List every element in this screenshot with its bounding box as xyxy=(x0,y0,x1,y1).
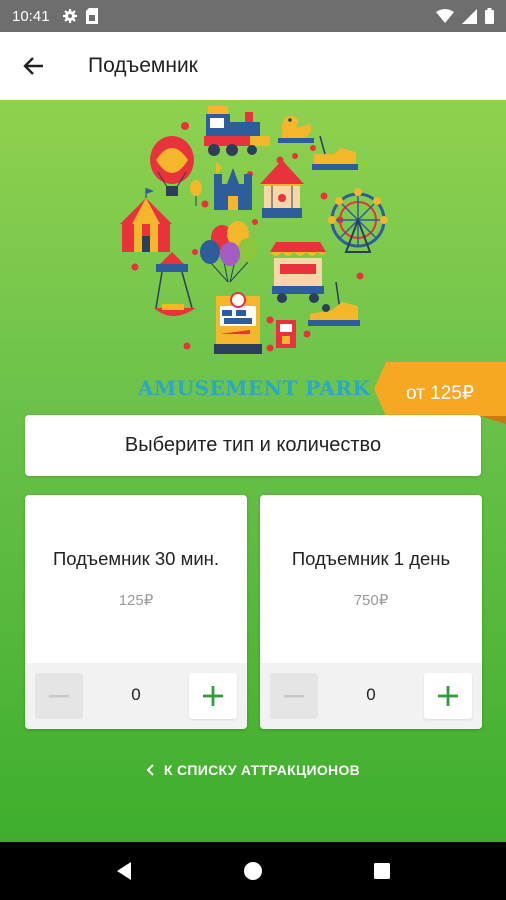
circus-tent-icon xyxy=(120,188,172,252)
signal-icon xyxy=(462,8,477,24)
back-to-list-link[interactable]: К СПИСКУ АТТРАКЦИОНОВ xyxy=(0,762,506,778)
carousel-icon xyxy=(260,160,304,218)
system-nav-bar xyxy=(0,842,506,900)
status-time: 10:41 xyxy=(12,7,50,25)
ticket-name: Подъемник 1 день xyxy=(291,548,451,569)
food-stand-icon xyxy=(270,242,326,303)
chevron-left-icon xyxy=(146,764,154,776)
nav-back-button[interactable] xyxy=(115,861,133,881)
nav-home-button[interactable] xyxy=(243,861,263,881)
ferris-wheel-icon xyxy=(328,188,388,253)
amusement-park-logo-text: AMUSEMENT PARK xyxy=(138,376,371,400)
nav-home-icon xyxy=(244,862,262,880)
status-bar: 10:41 xyxy=(0,0,506,32)
nav-recents-button[interactable] xyxy=(373,862,391,880)
choose-type-card: Выберите тип и количество xyxy=(25,415,481,476)
shooting-booth-icon xyxy=(214,292,262,354)
hot-air-balloon-icon xyxy=(150,136,194,196)
swing-ride-icon xyxy=(154,252,196,316)
quantity-value: 0 xyxy=(366,685,376,704)
castle-icon xyxy=(214,162,252,210)
ticket-card-1day: Подъемник 1 день 750₽ 0 xyxy=(260,495,482,729)
ticket-machine-icon xyxy=(276,320,296,348)
choose-type-label: Выберите тип и количество xyxy=(124,434,382,456)
quantity-stepper: 0 xyxy=(260,663,482,729)
duck-icon xyxy=(278,116,314,143)
ticket-price: 750₽ xyxy=(353,592,389,609)
train-icon xyxy=(204,106,270,156)
increase-button[interactable] xyxy=(424,673,472,719)
ticket-name: Подъемник 30 мин. xyxy=(52,548,220,569)
plus-icon xyxy=(203,686,223,706)
main-content: AMUSEMENT PARK от 125₽ Выберите тип и ко… xyxy=(0,100,506,842)
back-to-list-label: К СПИСКУ АТТРАКЦИОНОВ xyxy=(163,762,361,778)
arrow-left-icon xyxy=(23,57,43,75)
plus-icon xyxy=(438,686,458,706)
quantity-stepper: 0 xyxy=(25,663,247,729)
nav-recents-icon xyxy=(374,863,390,879)
decrease-button[interactable] xyxy=(270,673,318,719)
bumper-car-icon xyxy=(312,135,358,170)
balloons-icon xyxy=(200,221,258,283)
ticket-price: 125₽ xyxy=(118,592,154,609)
sim-icon xyxy=(85,8,98,24)
increase-button[interactable] xyxy=(189,673,237,719)
nav-back-icon xyxy=(117,862,131,880)
minus-icon xyxy=(49,695,69,698)
back-button[interactable] xyxy=(0,32,68,100)
app-bar: Подъемник xyxy=(0,32,506,100)
price-ribbon-label: от 125₽ xyxy=(406,383,474,404)
amusement-park-illustration xyxy=(120,106,388,354)
wifi-icon xyxy=(436,9,454,23)
ticket-card-30min: Подъемник 30 мин. 125₽ 0 xyxy=(25,495,247,729)
decrease-button[interactable] xyxy=(35,673,83,719)
minus-icon xyxy=(284,695,304,698)
gear-icon xyxy=(62,9,77,23)
quantity-value: 0 xyxy=(131,685,141,704)
battery-icon xyxy=(485,8,494,24)
page-title: Подъемник xyxy=(88,54,198,77)
